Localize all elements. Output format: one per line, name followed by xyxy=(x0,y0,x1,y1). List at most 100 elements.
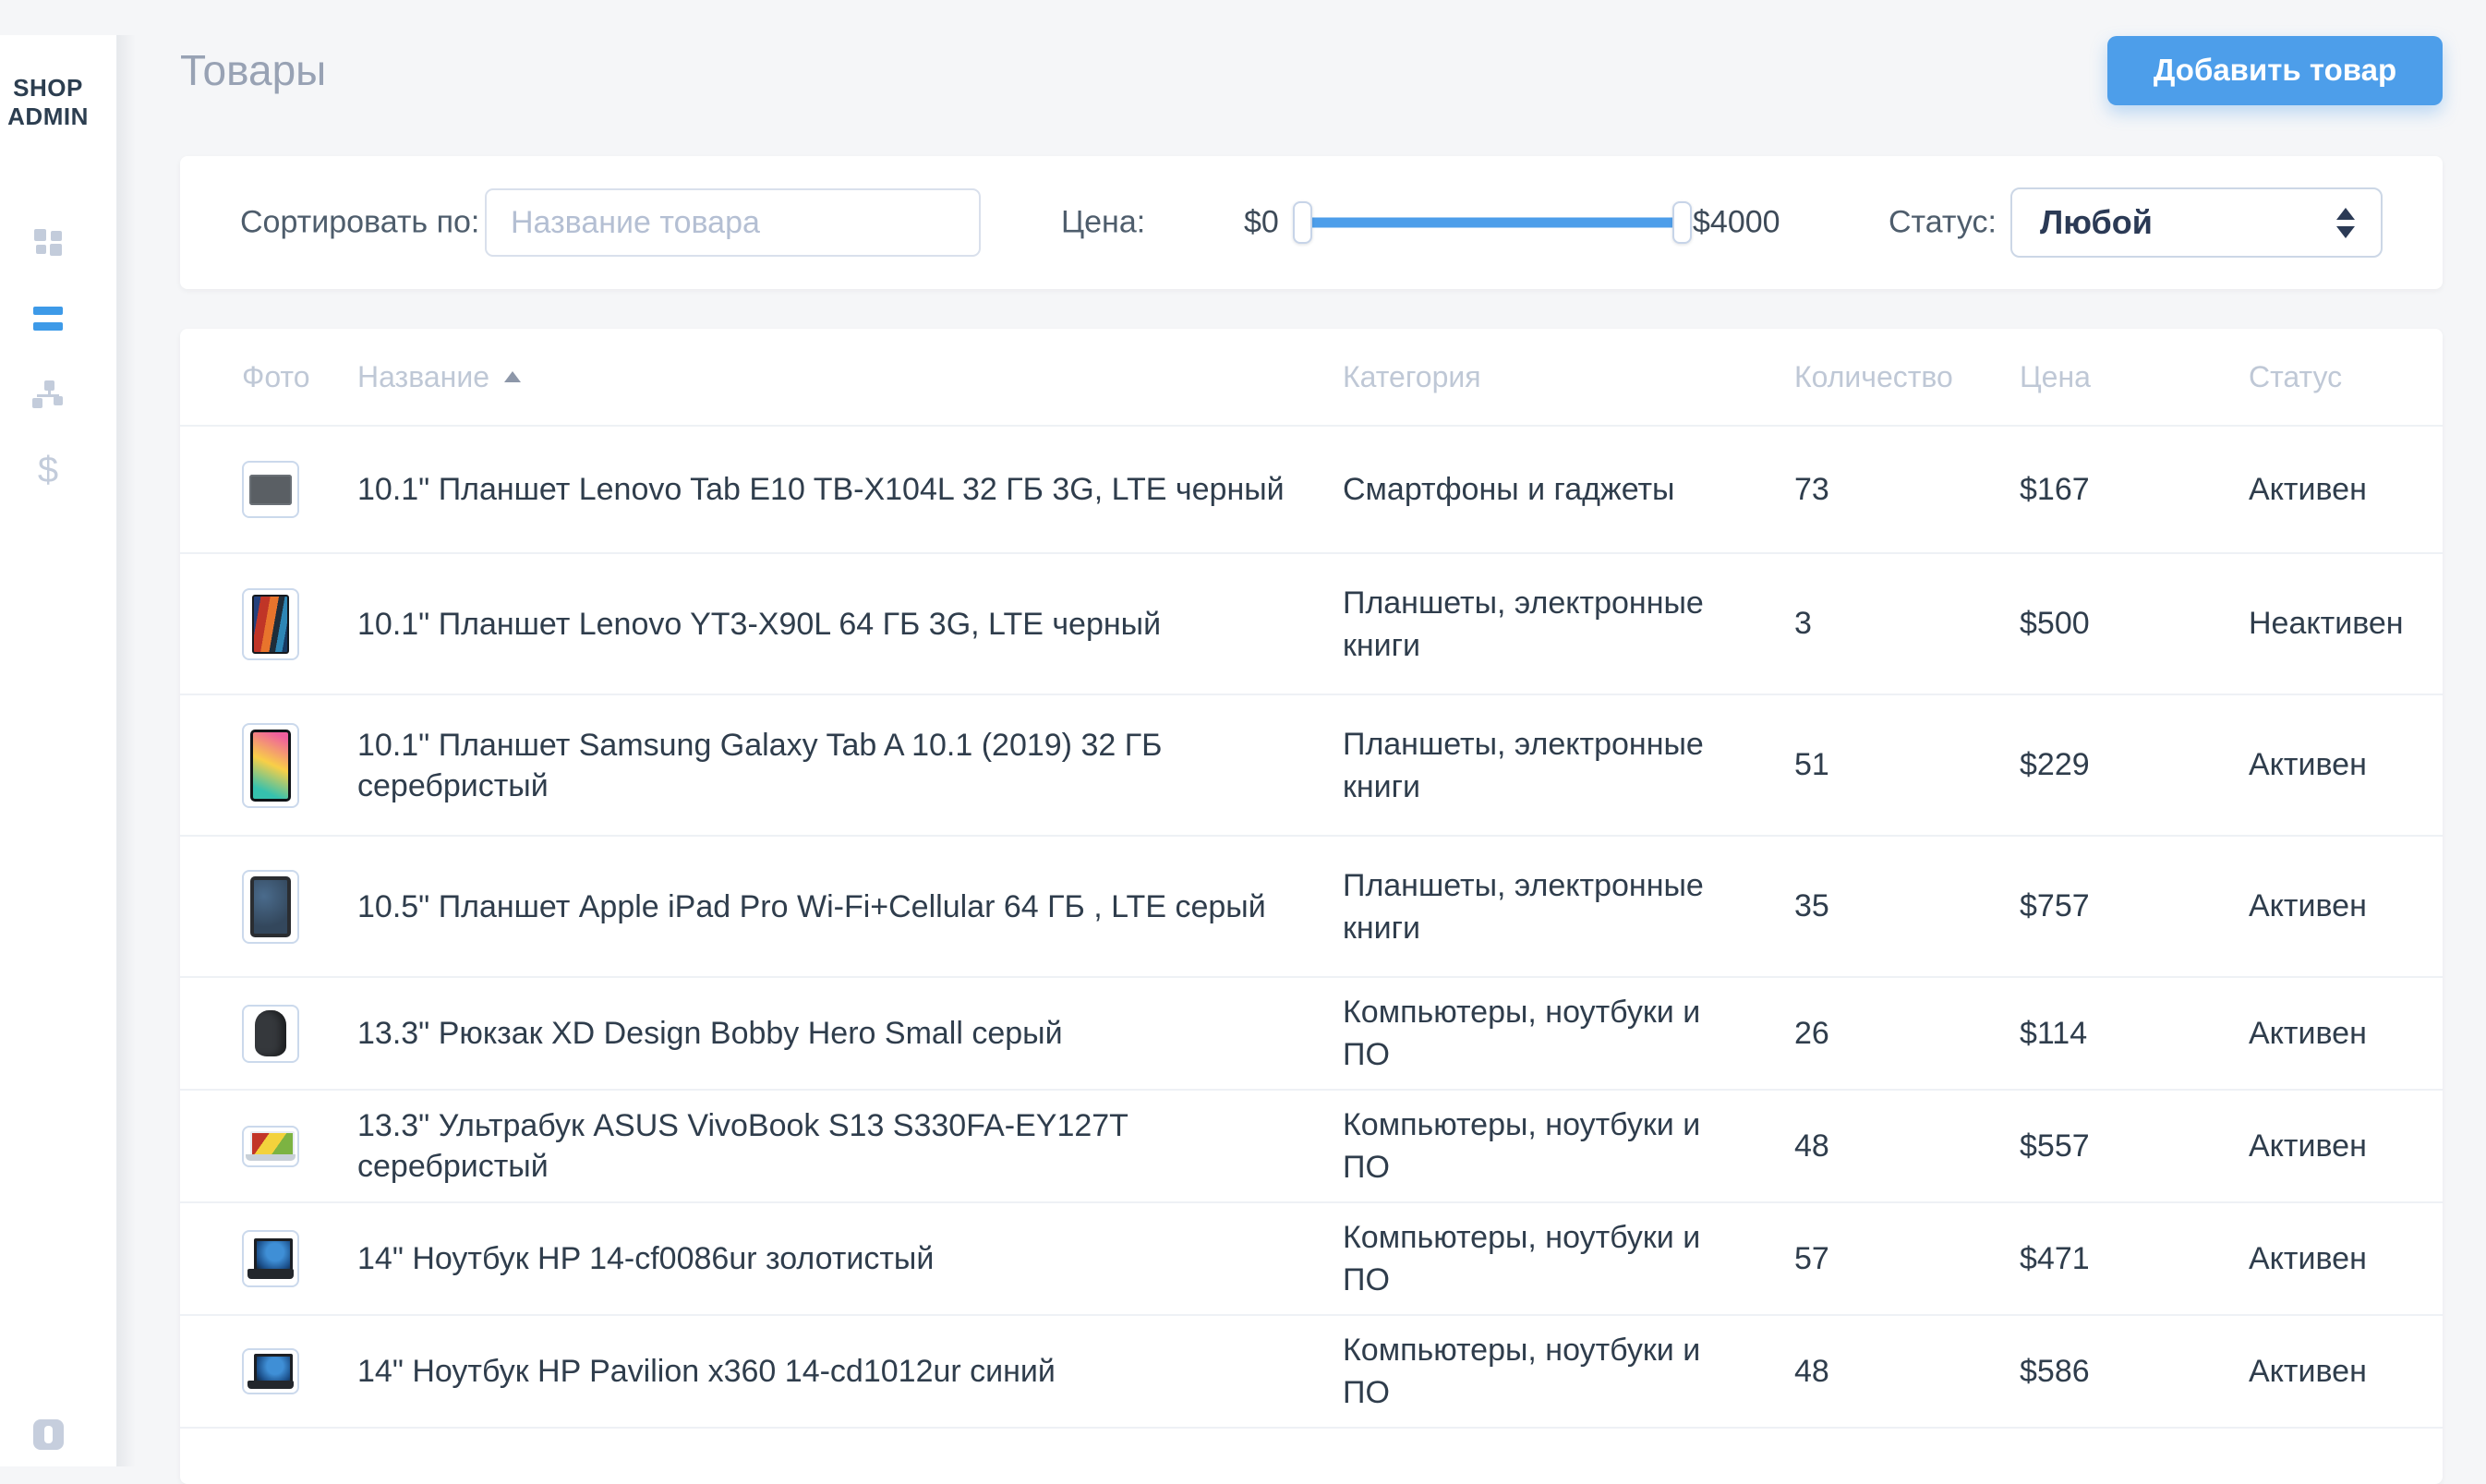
column-header-price[interactable]: Цена xyxy=(2020,360,2249,394)
product-quantity: 35 xyxy=(1794,888,2020,924)
product-category: Планшеты, электронные книги xyxy=(1343,723,1794,808)
brand-logo: SHOP ADMIN xyxy=(0,74,96,131)
table-row[interactable]: 10.1" Планшет Samsung Galaxy Tab A 10.1 … xyxy=(180,694,2443,835)
table-row[interactable]: 10.5" Планшет Apple iPad Pro Wi-Fi+Cellu… xyxy=(180,835,2443,976)
product-category: Планшеты, электронные книги xyxy=(1343,582,1794,667)
table-row[interactable]: 14" Ноутбук HP Pavilion x360 14-cd1012ur… xyxy=(180,1314,2443,1427)
product-price: $757 xyxy=(2020,888,2249,924)
price-slider[interactable] xyxy=(1293,200,1692,245)
product-name-search-input[interactable] xyxy=(485,188,981,257)
product-status: Активен xyxy=(2249,747,2387,783)
product-photo xyxy=(242,870,299,944)
price-slider-min-handle[interactable] xyxy=(1293,201,1312,244)
price-label: Цена: xyxy=(1061,205,1145,241)
product-price: $167 xyxy=(2020,472,2249,508)
product-image xyxy=(246,1131,296,1161)
price-slider-max-handle[interactable] xyxy=(1672,201,1692,244)
table-row[interactable]: 13.3" Рюкзак XD Design Bobby Hero Small … xyxy=(180,976,2443,1089)
table-row[interactable]: 10.1" Планшет Lenovo YT3-X90L 64 ГБ 3G, … xyxy=(180,552,2443,694)
column-header-photo[interactable]: Фото xyxy=(242,360,357,394)
product-name: 13.3" Ультрабук ASUS VivoBook S13 S330FA… xyxy=(357,1105,1343,1187)
table-body: 10.1" Планшет Lenovo Tab E10 TB-X104L 32… xyxy=(180,425,2443,1484)
sidebar-nav: $ xyxy=(0,205,116,508)
product-photo-cell xyxy=(242,1126,357,1167)
product-name: 13.3" Рюкзак XD Design Bobby Hero Small … xyxy=(357,1013,1343,1054)
page-header: Товары Добавить товар xyxy=(180,35,2443,105)
product-image xyxy=(247,1354,294,1389)
sidebar-item-products[interactable] xyxy=(0,281,96,356)
product-name: 14" Ноутбук HP Pavilion x360 14-cd1012ur… xyxy=(357,1351,1343,1392)
product-image xyxy=(255,1010,286,1056)
product-category: Компьютеры, ноутбуки и ПО xyxy=(1343,1104,1794,1188)
brand-line-1: SHOP xyxy=(0,74,96,103)
sidebar-item-sales[interactable]: $ xyxy=(0,432,96,508)
table-row[interactable]: 14" Ноутбук HP 14-cf0086ur золотистый Ко… xyxy=(180,1201,2443,1314)
product-status: Активен xyxy=(2249,1241,2387,1277)
product-photo-cell xyxy=(242,588,357,660)
add-product-button[interactable]: Добавить товар xyxy=(2107,36,2443,105)
product-price: $500 xyxy=(2020,606,2249,642)
dashboard-icon xyxy=(34,229,62,257)
product-category: Смартфоны и гаджеты xyxy=(1343,468,1794,511)
status-select[interactable]: Любой xyxy=(2010,187,2383,258)
product-image xyxy=(250,876,291,937)
brand-line-2: ADMIN xyxy=(0,103,96,131)
sidebar-item-categories[interactable] xyxy=(0,356,96,432)
product-price: $471 xyxy=(2020,1241,2249,1277)
sidebar-item-dashboard[interactable] xyxy=(0,205,96,281)
table-header-row: Фото Название Категория Количество Цена … xyxy=(180,329,2443,425)
column-header-category[interactable]: Категория xyxy=(1343,360,1794,394)
product-category: Компьютеры, ноутбуки и ПО xyxy=(1343,991,1794,1076)
product-quantity: 51 xyxy=(1794,747,2020,783)
product-category: Компьютеры, ноутбуки и ПО xyxy=(1343,1216,1794,1301)
sort-by-label: Сортировать по: xyxy=(240,205,479,241)
product-name: 14" Ноутбук HP 14-cf0086ur золотистый xyxy=(357,1238,1343,1279)
product-photo-cell xyxy=(242,1230,357,1287)
column-header-status[interactable]: Статус xyxy=(2249,360,2387,394)
product-price: $586 xyxy=(2020,1354,2249,1390)
table-row[interactable]: 13.3" Ультрабук ASUS VivoBook S13 S330FA… xyxy=(180,1089,2443,1201)
price-max-value: $4000 xyxy=(1693,205,1780,241)
product-image xyxy=(252,595,289,654)
page-title: Товары xyxy=(180,45,326,95)
product-status: Активен xyxy=(2249,888,2387,924)
collapse-sidebar-icon[interactable] xyxy=(33,1419,64,1450)
product-photo-cell xyxy=(242,461,357,518)
product-photo xyxy=(242,1005,299,1063)
table-row[interactable]: 10.1" Планшет Lenovo Tab E10 TB-X104L 32… xyxy=(180,425,2443,552)
product-status: Активен xyxy=(2249,1128,2387,1164)
product-quantity: 48 xyxy=(1794,1128,2020,1164)
sitemap-icon xyxy=(32,380,64,408)
dollar-icon: $ xyxy=(38,452,58,489)
product-name: 10.5" Планшет Apple iPad Pro Wi-Fi+Cellu… xyxy=(357,887,1343,927)
product-photo xyxy=(242,461,299,518)
product-category: Планшеты, электронные книги xyxy=(1343,864,1794,949)
column-header-name[interactable]: Название xyxy=(357,360,1343,394)
column-header-quantity[interactable]: Количество xyxy=(1794,360,2020,394)
product-name: 10.1" Планшет Lenovo Tab E10 TB-X104L 32… xyxy=(357,469,1343,510)
product-image xyxy=(249,475,292,505)
product-price: $557 xyxy=(2020,1128,2249,1164)
product-status: Активен xyxy=(2249,1016,2387,1052)
product-photo-cell xyxy=(242,870,357,944)
sort-asc-icon xyxy=(504,371,521,382)
product-price: $229 xyxy=(2020,747,2249,783)
product-status: Активен xyxy=(2249,472,2387,508)
sidebar: SHOP ADMIN $ xyxy=(0,35,117,1466)
product-quantity: 26 xyxy=(1794,1016,2020,1052)
product-photo xyxy=(242,723,299,808)
products-list-icon xyxy=(33,306,63,332)
product-photo-cell xyxy=(242,1005,357,1063)
column-header-name-label: Название xyxy=(357,360,489,394)
product-category: Компьютеры, ноутбуки и ПО xyxy=(1343,1329,1794,1414)
product-photo xyxy=(242,588,299,660)
product-photo-cell xyxy=(242,1348,357,1394)
product-photo xyxy=(242,1348,299,1394)
product-image xyxy=(247,1238,294,1279)
status-label: Статус: xyxy=(1889,205,1997,241)
price-slider-track[interactable] xyxy=(1300,218,1684,228)
price-min-value: $0 xyxy=(1244,205,1279,241)
main-content: Товары Добавить товар Сортировать по: Це… xyxy=(117,35,2486,1484)
filter-bar: Сортировать по: Цена: $0 $4000 Статус: Л… xyxy=(180,156,2443,289)
product-status: Активен xyxy=(2249,1354,2387,1390)
